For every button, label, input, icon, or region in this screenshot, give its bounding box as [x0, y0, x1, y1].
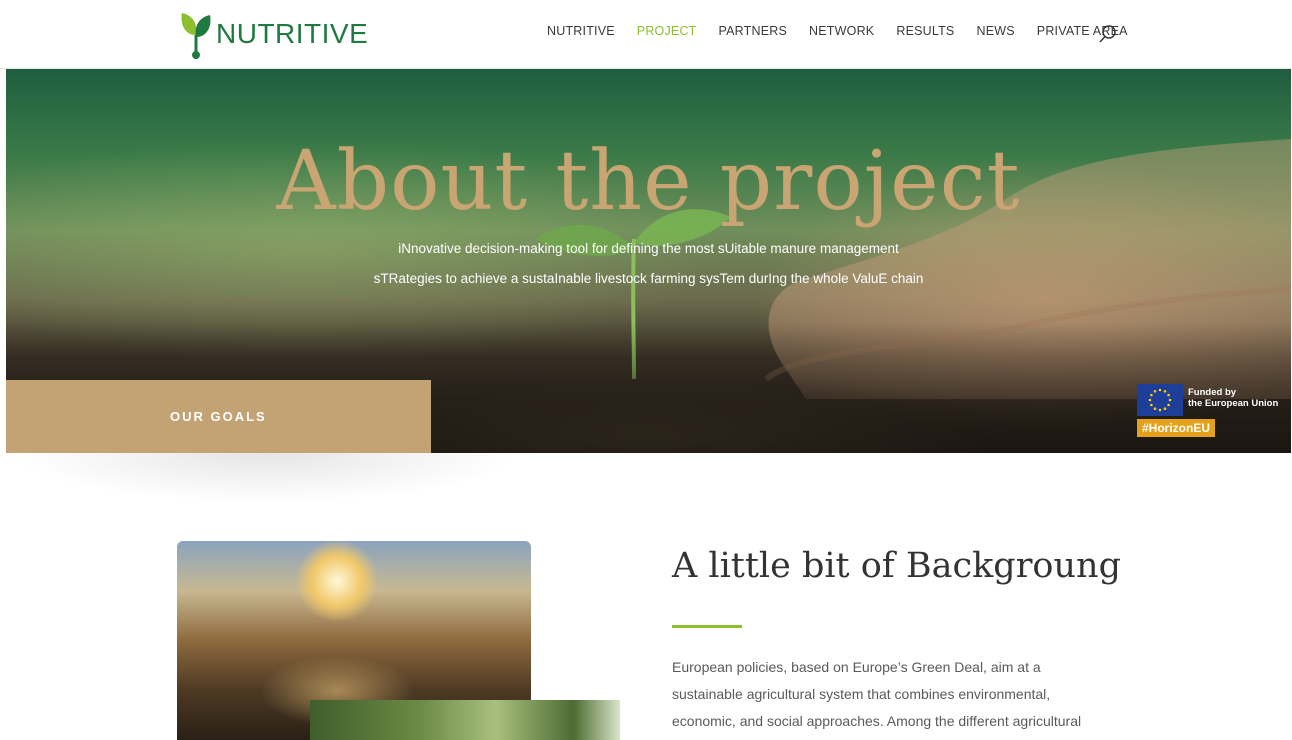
nav-item-nutritive[interactable]: NUTRITIVE [547, 24, 615, 38]
site-logo[interactable]: NUTRITIVE [178, 6, 368, 62]
our-goals-label: OUR GOALS [170, 409, 267, 424]
nav-item-project[interactable]: PROJECT [637, 24, 697, 38]
eu-funded-line2: the European Union [1188, 398, 1279, 409]
eu-funded-text: Funded by the European Union [1188, 387, 1278, 409]
horizon-eu-tag: #HorizonEU [1137, 419, 1216, 437]
sprout-logo-icon [181, 13, 211, 59]
search-icon[interactable] [1098, 24, 1118, 44]
logo-text: NUTRITIVE [216, 18, 369, 49]
nav-item-partners[interactable]: PARTNERS [719, 24, 788, 38]
paragraph-line: economic, and social approaches. Among t… [672, 713, 1082, 729]
site-header: NUTRITIVE NUTRITIVE PROJECT PARTNERS NET… [0, 0, 1292, 69]
our-goals-button[interactable]: OUR GOALS [6, 380, 431, 453]
plants-photo [310, 700, 620, 740]
hero-subtitle-line1: iNnovative decision-making tool for defi… [398, 241, 899, 256]
nav-item-news[interactable]: NEWS [976, 24, 1014, 38]
paragraph-line: European policies, based on Europe’s Gre… [672, 659, 1041, 675]
eu-flag-icon [1137, 384, 1183, 416]
nav-item-results[interactable]: RESULTS [896, 24, 954, 38]
title-divider [672, 625, 742, 628]
nav-item-network[interactable]: NETWORK [809, 24, 874, 38]
hero-banner: About the project iNnovative decision-ma… [6, 69, 1291, 453]
hero-title: About the project [276, 134, 1021, 229]
eu-funded-line1: Funded by [1188, 387, 1237, 398]
main-nav: NUTRITIVE PROJECT PARTNERS NETWORK RESUL… [547, 24, 1150, 38]
eu-funding-badge: Funded by the European Union #HorizonEU [1137, 384, 1291, 438]
paragraph-line: sustainable agricultural system that com… [672, 686, 1051, 702]
hero-subtitle-line2: sTRategies to achieve a sustaInable live… [373, 271, 924, 286]
section-title: A little bit of Backgroung [672, 546, 1121, 586]
